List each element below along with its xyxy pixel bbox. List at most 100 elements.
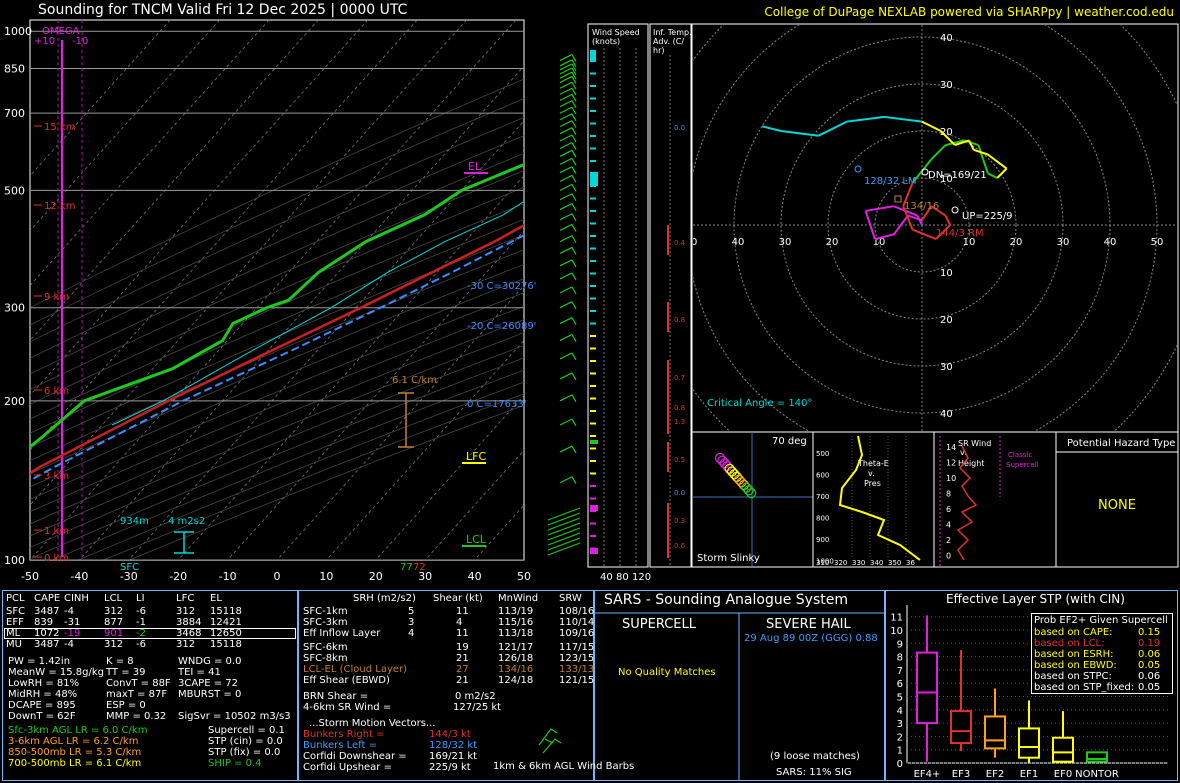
wind-speed-bar	[590, 497, 596, 500]
temperature-tick-label: 50	[517, 570, 531, 583]
slinky-title: Storm Slinky	[697, 553, 760, 564]
wind-barb	[559, 106, 573, 114]
wind-barb	[559, 235, 573, 243]
pressure-tick-label: 1000	[4, 25, 32, 38]
pressure-tick-label: 100	[4, 554, 25, 567]
mini-barbs	[538, 728, 562, 754]
wind-barb-flag	[571, 394, 577, 403]
wind-barb	[559, 213, 573, 221]
wind-barb	[559, 134, 573, 142]
wind-speed-panel: Wind Speed(knots) 40 80 120	[587, 23, 651, 583]
wind-barb-flag	[571, 272, 577, 281]
advection-title: Adv. (C/	[653, 37, 684, 46]
wind-barb	[559, 81, 573, 89]
lapse-label: 6.1 C/km	[392, 375, 437, 386]
height-label: 6 km	[44, 386, 69, 397]
advection-value: 0.0	[674, 124, 685, 132]
ring-label: 40	[940, 409, 953, 420]
wind-barb-flag	[571, 224, 577, 232]
height-label: 15 km	[44, 122, 75, 133]
hodograph-frame	[691, 23, 1179, 433]
sars-title: SARS - Sounding Analogue System	[604, 592, 848, 608]
wind-speed-bar	[590, 272, 596, 275]
theta-ptick: 700	[816, 493, 829, 501]
wind-speed-bar	[590, 285, 596, 287]
theta-title: v.	[868, 469, 875, 478]
hazard-value: NONE	[1098, 498, 1136, 513]
wind-barb-flag	[571, 213, 577, 222]
temperature-tick-label: 0	[274, 570, 281, 583]
wind-speed-bar	[590, 297, 596, 300]
wind-speed-bar	[590, 435, 596, 437]
parcel-cell: MU	[6, 639, 22, 650]
wind-barb-flag	[571, 184, 577, 192]
wind-barb	[559, 183, 573, 191]
advection-value: 0.7	[674, 374, 685, 382]
srwind-htick: 6	[946, 505, 951, 514]
advection-value: 0.5	[674, 456, 685, 464]
ring-label: 30	[940, 80, 953, 91]
wind-barb-flag	[571, 352, 577, 361]
advection-value: 0.0	[674, 489, 685, 497]
wind-barb	[559, 93, 573, 101]
theta-ttick: 340	[870, 559, 883, 567]
srwind-frame	[933, 431, 1057, 568]
prob-title: Prob EF2+ Given Supercell	[1034, 615, 1168, 626]
pressure-tick-label: 850	[4, 63, 25, 76]
parcel-header-cell: CINH	[64, 593, 89, 604]
advection-value: 0.8	[674, 316, 685, 324]
height-label: 1 km	[44, 526, 69, 537]
srwind-htick: 14	[946, 443, 956, 452]
parcel-cell: 15118	[210, 639, 242, 650]
wind-barb	[559, 286, 573, 294]
wind-barb	[559, 352, 573, 360]
srwind-htick: 8	[946, 490, 951, 499]
parcel-cell: 3487	[34, 639, 60, 650]
wind-speed-title: Wind Speed	[592, 28, 640, 37]
omega-tick: -10	[72, 36, 88, 47]
wind-barb-flag	[571, 142, 577, 150]
ring-label: 40	[940, 33, 953, 44]
level-label: LCL	[466, 533, 487, 546]
srwind-htick: 2	[946, 536, 951, 545]
advection-value: 1.3	[674, 418, 685, 426]
wind-speed-tick: 40	[600, 572, 613, 583]
prob-ef2-box: Prob EF2+ Given Supercell based on CAPE: 0…	[1031, 613, 1173, 694]
wind-barb	[559, 476, 573, 484]
ring-label: 10	[940, 268, 953, 279]
theta-ptick: 600	[816, 472, 829, 480]
index-cell: MBURST = 0	[178, 689, 242, 700]
wind-barb-flag	[571, 134, 577, 143]
height-label: 0 km	[44, 553, 69, 564]
wind-barb-low	[547, 542, 581, 556]
hodo-xtick: 40	[732, 237, 745, 248]
srwind-classic: Classic	[1008, 451, 1032, 459]
wind-barb-flag	[571, 334, 577, 342]
mini-barb	[538, 728, 558, 746]
temperature-tick-label: -40	[70, 570, 88, 583]
hodo-up: UP=225/9	[962, 211, 1013, 222]
wind-speed-frame	[587, 23, 649, 568]
advection-title: Inf. Temp.	[653, 28, 692, 37]
wind-barb-flag	[571, 120, 577, 128]
wind-barb-flag	[571, 175, 577, 183]
sfc-dew-label: 77	[400, 562, 413, 573]
wind-speed-bar	[590, 535, 596, 537]
temperature-tick-label: 40	[468, 570, 482, 583]
srwind-classic: Supercell	[1006, 461, 1038, 469]
sars-supercell: SUPERCELL	[622, 617, 696, 632]
parcel-cell: 312	[176, 639, 196, 650]
wind-speed-bar	[590, 522, 596, 525]
wind-speed-bar	[590, 110, 596, 112]
critical-angle: Critical Angle = 140°	[707, 398, 812, 409]
wind-speed-bar	[590, 50, 596, 62]
wind-barb-flag	[571, 158, 577, 166]
wind-barb-flag	[571, 166, 577, 175]
level-0c: 0 C=17633'	[467, 399, 526, 410]
index-cell: MMP = 0.32	[106, 711, 167, 722]
omega-tick: +10	[34, 36, 55, 47]
theta-ptick: 500	[816, 450, 829, 458]
wind-barb	[559, 445, 573, 453]
wind-speed-bar	[590, 247, 596, 250]
wind-barb	[559, 100, 573, 108]
